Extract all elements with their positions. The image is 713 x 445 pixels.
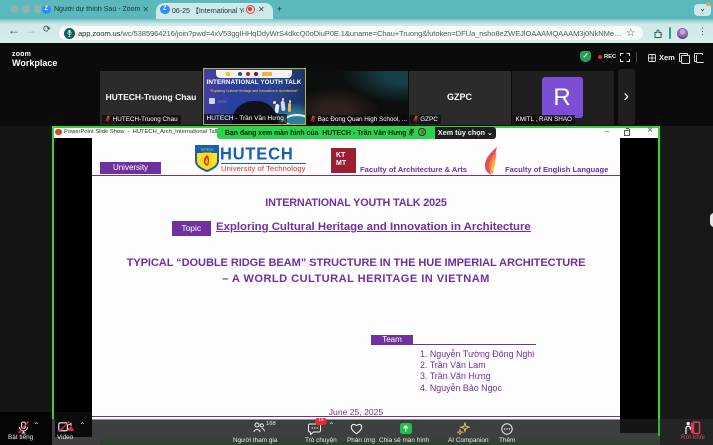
svg-text:HUTECH: HUTECH	[201, 147, 214, 151]
svg-text:KT: KT	[336, 152, 346, 159]
svg-text:University: University	[203, 151, 212, 154]
svg-text:MT: MT	[336, 160, 347, 167]
